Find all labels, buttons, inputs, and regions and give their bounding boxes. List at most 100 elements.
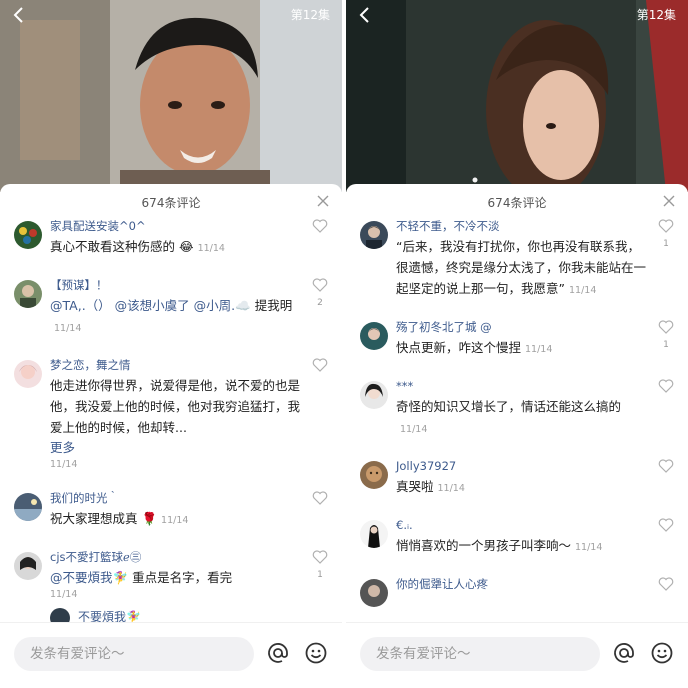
avatar[interactable] xyxy=(14,552,42,580)
comment-body: 重点是名字，看完 xyxy=(132,570,233,585)
comment-body: 真心不敢看这种伤感的 😂 xyxy=(50,239,194,254)
comment-username[interactable]: 殇了初冬北了城 @ xyxy=(396,319,648,335)
comment-item[interactable]: 我们的时光｀ 祝大家理想成真 🌹 11/14 xyxy=(0,490,342,531)
comment-username[interactable]: 不轻不重，不冷不淡 xyxy=(396,218,648,234)
comment-text: “后来，我没有打扰你，你也再没有联系我，很遗憾，终究是缘分太浅了，你我未能站在一… xyxy=(396,236,648,301)
back-icon[interactable] xyxy=(356,6,374,24)
username-text[interactable]: 殇了初冬北了城 xyxy=(396,320,477,334)
comment-username[interactable]: 家具配送安装^0^ xyxy=(50,218,302,234)
comment-time: 11/14 xyxy=(568,285,597,296)
emoji-icon[interactable] xyxy=(650,641,674,665)
like-button[interactable] xyxy=(656,517,676,537)
avatar[interactable] xyxy=(360,461,388,489)
like-button[interactable]: 1 xyxy=(656,319,676,351)
comment-body: 快点更新，咋这个慢捏 xyxy=(396,340,522,355)
comment-username[interactable]: 你的倔犟让人心疼 xyxy=(396,576,648,592)
like-button[interactable] xyxy=(310,357,330,377)
close-icon[interactable] xyxy=(662,193,676,207)
reply-preview[interactable]: 不要煩我🧚‍♀ xyxy=(50,608,302,622)
heart-icon xyxy=(312,278,328,292)
mention-link[interactable]: @该想小虞了 xyxy=(115,298,190,313)
comment-time: 11/14 xyxy=(54,323,82,334)
avatar[interactable] xyxy=(360,520,388,548)
left-panel: 第12集 674条评论 家具配送安装^0^ 真心不敢看这种伤感的 😂11/14 xyxy=(0,0,342,688)
video-frame xyxy=(0,0,342,192)
comment-time: 11/14 xyxy=(197,243,225,254)
heart-icon xyxy=(658,518,674,532)
comment-body: 祝大家理想成真 🌹 xyxy=(50,511,158,526)
emoji-icon[interactable] xyxy=(304,641,328,665)
close-icon[interactable] xyxy=(316,193,330,207)
episode-label: 第12集 xyxy=(290,8,330,22)
comment-time: 11/14 xyxy=(525,344,553,355)
like-button[interactable] xyxy=(310,490,330,510)
comment-count: 674条评论 xyxy=(487,196,547,210)
comment-body: “后来，我没有打扰你，你也再没有联系我，很遗憾，终究是缘分太浅了，你我未能站在一… xyxy=(396,239,647,296)
comment-username[interactable]: *** xyxy=(396,378,648,394)
like-button[interactable] xyxy=(656,458,676,478)
avatar[interactable] xyxy=(360,221,388,249)
comment-text: 祝大家理想成真 🌹 11/14 xyxy=(50,508,302,531)
comment-item[interactable]: €.ᵢ. 悄悄喜欢的一个男孩子叫李响～ 11/14 xyxy=(346,517,688,558)
like-count: 1 xyxy=(663,239,669,249)
comment-item[interactable]: Jolly37927 真哭啦 11/14 xyxy=(346,458,688,499)
comment-text: 真心不敢看这种伤感的 😂 11/14 xyxy=(50,236,302,259)
comment-sheet: 674条评论 家具配送安装^0^ 真心不敢看这种伤感的 😂 11/14 【预谋】… xyxy=(0,184,342,688)
mention-link[interactable]: @TA,.（） xyxy=(50,298,111,313)
comment-username[interactable]: 【预谋】！ xyxy=(50,277,302,293)
heart-icon xyxy=(312,550,328,564)
comment-input[interactable]: 发条有爱评论～ xyxy=(360,637,600,671)
comment-item[interactable]: 殇了初冬北了城 @ 快点更新，咋这个慢捏 11/14 1 xyxy=(346,319,688,360)
comment-item[interactable]: cjs不愛打籃球ℯ㊂ @不要煩我🧚‍♀ 重点是名字，看完 11/14 不要煩我🧚… xyxy=(0,549,342,622)
comment-item[interactable]: 家具配送安装^0^ 真心不敢看这种伤感的 😂 11/14 xyxy=(0,218,342,259)
comment-item[interactable]: 梦之恋，舞之情 他走进你得世界，说爱得是他，说不爱的也是他，我没爱上他的时候，他… xyxy=(0,357,342,472)
comment-time: 11/14 xyxy=(161,515,189,526)
avatar[interactable] xyxy=(50,608,70,622)
comment-username[interactable]: €.ᵢ. xyxy=(396,517,648,533)
mention-link[interactable]: @小周.☁️ xyxy=(194,298,251,313)
like-button[interactable]: 1 xyxy=(310,549,330,581)
comment-item[interactable]: *** 奇怪的知识又增长了，情话还能这么搞的 11/14 xyxy=(346,378,688,440)
comment-sheet: 674条评论 不轻不重，不冷不淡 “后来，我没有打扰你，你也再没有联系我，很遗憾… xyxy=(346,184,688,688)
avatar[interactable] xyxy=(360,579,388,607)
heart-icon xyxy=(312,358,328,372)
video-player[interactable]: 第12集 xyxy=(346,0,688,192)
avatar[interactable] xyxy=(360,381,388,409)
heart-icon xyxy=(658,320,674,334)
avatar[interactable] xyxy=(360,322,388,350)
comment-username[interactable]: 梦之恋，舞之情 xyxy=(50,357,302,373)
comment-username[interactable]: Jolly37927 xyxy=(396,458,648,474)
avatar[interactable] xyxy=(14,280,42,308)
reply-username[interactable]: 不要煩我🧚‍♀ xyxy=(78,610,141,622)
comment-body: 悄悄喜欢的一个男孩子叫李响～ xyxy=(396,538,572,553)
comment-text: 真哭啦 11/14 xyxy=(396,476,648,499)
heart-icon xyxy=(658,379,674,393)
at-mention-icon[interactable] xyxy=(266,641,290,665)
like-button[interactable] xyxy=(656,378,676,398)
mention-link[interactable]: @不要煩我🧚‍♀ xyxy=(50,570,128,585)
like-button[interactable] xyxy=(310,218,330,238)
avatar[interactable] xyxy=(14,493,42,521)
video-player[interactable]: 第12集 xyxy=(0,0,342,192)
like-button[interactable]: 2 xyxy=(310,277,330,309)
comment-list: 不轻不重，不冷不淡 “后来，我没有打扰你，你也再没有联系我，很遗憾，终究是缘分太… xyxy=(346,218,688,622)
like-count: 1 xyxy=(317,570,323,580)
avatar[interactable] xyxy=(14,360,42,388)
comment-item[interactable]: 【预谋】！ @TA,.（） @该想小虞了 @小周.☁️ 提我明 11/14 2 xyxy=(0,277,342,339)
back-icon[interactable] xyxy=(10,6,28,24)
at-mention-icon[interactable] xyxy=(612,641,636,665)
comment-username[interactable]: 我们的时光｀ xyxy=(50,490,302,506)
like-button[interactable]: 1 xyxy=(656,218,676,250)
like-count: 1 xyxy=(663,340,669,350)
comment-input[interactable]: 发条有爱评论～ xyxy=(14,637,254,671)
avatar[interactable] xyxy=(14,221,42,249)
comment-item[interactable]: 你的倔犟让人心疼 xyxy=(346,576,688,607)
comment-text: @TA,.（） @该想小虞了 @小周.☁️ 提我明 11/14 xyxy=(50,295,302,339)
heart-icon xyxy=(658,577,674,591)
comment-input-bar: 发条有爱评论～ xyxy=(0,622,342,688)
expand-more-link[interactable]: 更多 xyxy=(50,438,302,458)
comment-item[interactable]: 不轻不重，不冷不淡 “后来，我没有打扰你，你也再没有联系我，很遗憾，终究是缘分太… xyxy=(346,218,688,301)
like-button[interactable] xyxy=(656,576,676,595)
right-panel: 第12集 674条评论 不轻不重，不冷不淡 “后来，我没有打扰你，你也再没有联系… xyxy=(346,0,688,688)
comment-username[interactable]: cjs不愛打籃球ℯ㊂ xyxy=(50,549,302,565)
